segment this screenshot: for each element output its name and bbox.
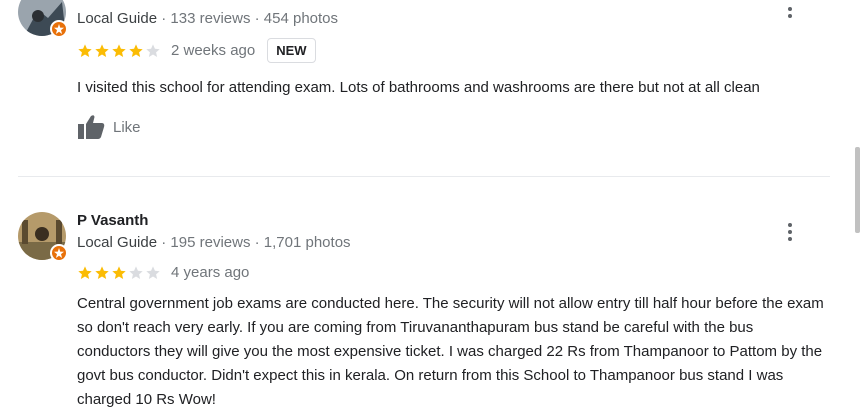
review-date: 2 weeks ago	[171, 42, 256, 59]
star-filled-icon	[129, 43, 143, 57]
like-button[interactable]: Like	[77, 114, 141, 140]
rating-row: 2 weeks ago NEW	[77, 38, 316, 63]
star-filled-icon	[78, 43, 92, 57]
star-rating	[77, 265, 161, 281]
new-badge: NEW	[267, 38, 316, 63]
review-date: 4 years ago	[171, 264, 250, 281]
reviewer-meta: Local Guide · 133 reviews · 454 photos	[77, 10, 339, 27]
rating-row: 4 years ago	[77, 264, 249, 281]
star-filled-icon	[112, 43, 126, 57]
reviewer-name[interactable]: P Vasanth	[77, 212, 148, 229]
star-empty-icon	[129, 265, 143, 279]
star-filled-icon	[95, 43, 109, 57]
star-filled-icon	[78, 265, 92, 279]
star-filled-icon	[112, 265, 126, 279]
scrollbar[interactable]	[855, 147, 860, 233]
thumbs-up-icon	[78, 115, 105, 139]
like-label: Like	[113, 118, 141, 136]
more-options-icon[interactable]	[780, 220, 800, 244]
reviews-count[interactable]: 195 reviews	[170, 234, 250, 251]
star-empty-icon	[146, 265, 160, 279]
review-text: I visited this school for attending exam…	[77, 79, 760, 96]
local-guide-label: Local Guide	[77, 234, 158, 251]
local-guide-label: Local Guide	[77, 10, 158, 27]
local-guide-badge-icon	[50, 20, 68, 38]
star-rating	[77, 43, 161, 59]
review-card: Local Guide · 133 reviews · 454 photos 2…	[0, 0, 850, 175]
avatar[interactable]	[18, 0, 68, 38]
reviews-count[interactable]: 133 reviews	[170, 10, 250, 27]
star-empty-icon	[146, 43, 160, 57]
more-options-icon[interactable]	[780, 0, 800, 24]
review-card: P Vasanth Local Guide · 195 reviews · 1,…	[0, 200, 850, 408]
star-filled-icon	[95, 265, 109, 279]
review-text: Central government job exams are conduct…	[77, 295, 824, 408]
local-guide-badge-icon	[50, 244, 68, 262]
photos-count[interactable]: 1,701 photos	[264, 234, 351, 251]
avatar[interactable]	[18, 212, 68, 262]
review-divider	[18, 176, 830, 177]
reviewer-meta: Local Guide · 195 reviews · 1,701 photos	[77, 234, 351, 251]
photos-count[interactable]: 454 photos	[264, 10, 338, 27]
